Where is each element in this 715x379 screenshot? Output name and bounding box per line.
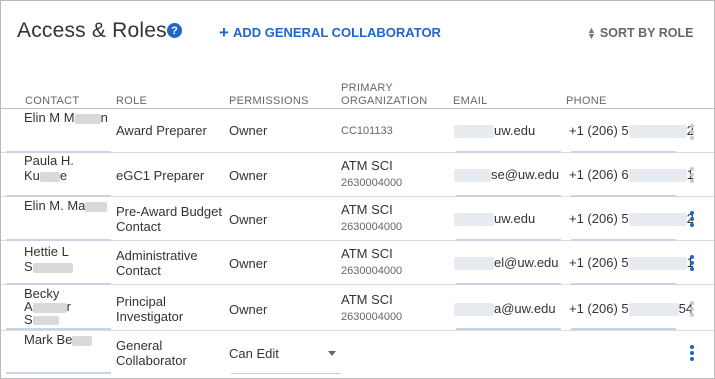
contact-name[interactable]: Mark Be (24, 332, 93, 347)
phone[interactable]: +1 (206) 52 (569, 123, 694, 139)
phone[interactable]: +1 (206) 52 (569, 211, 694, 227)
org-name: ATM SCI 2630004000 (341, 202, 403, 233)
phone[interactable]: +1 (206) 51 (569, 255, 694, 271)
page-title: Access & Roles (17, 19, 167, 42)
role-label: Principal Investigator (116, 294, 184, 324)
phone[interactable]: +1 (206) 5 54 (569, 301, 693, 317)
org-code: CC101133 (341, 125, 393, 137)
column-header-email: EMAIL (453, 95, 488, 107)
org-name: ATM SCI 2630004000 (341, 246, 403, 277)
sort-icon: ▲ ▼ (587, 25, 596, 41)
contact-name[interactable]: Becky Ar S (24, 287, 71, 326)
add-general-collaborator-button[interactable]: + ADD GENERAL COLLABORATOR (219, 23, 441, 42)
contact-name[interactable]: Paula H. Ku e (24, 153, 74, 183)
role-label: Pre-Award Budget Contact (116, 204, 222, 234)
column-header-organization: PRIMARY ORGANIZATION (341, 82, 428, 107)
column-header-role: ROLE (116, 95, 148, 107)
more-options-icon[interactable] (689, 255, 695, 271)
email[interactable]: a@uw.edu (454, 301, 556, 317)
phone[interactable]: +1 (206) 61 (569, 167, 694, 183)
more-options-icon[interactable] (689, 211, 695, 227)
permission-label: Owner (229, 302, 268, 317)
plus-icon: + (219, 23, 229, 42)
contact-underline (6, 372, 111, 374)
email[interactable]: uw.edu (454, 211, 535, 227)
access-roles-panel: Access & Roles ? + ADD GENERAL COLLABORA… (0, 0, 715, 379)
contact-name[interactable]: Hettie LS (24, 244, 73, 274)
role-label: General Collaborator (116, 338, 187, 368)
permission-label: Owner (229, 212, 268, 227)
table-row: Hettie LS Administrative Contact Owner A… (1, 241, 714, 285)
column-header-phone: PHONE (566, 95, 607, 107)
table-row: Becky Ar S Principal Investigator Owner AT… (1, 285, 714, 331)
column-header-contact: CONTACT (25, 95, 80, 107)
table-row: Elin M Mn Award Preparer Owner CC101133 … (1, 109, 714, 153)
more-options-icon[interactable] (689, 345, 695, 361)
permission-label: Owner (229, 168, 268, 183)
permission-select[interactable]: Can Edit (229, 346, 279, 361)
phone-underline (571, 328, 676, 330)
more-options-icon (689, 167, 695, 183)
contact-name[interactable]: Elin M Mn (24, 110, 108, 125)
table-row: Paula H. Ku e eGC1 Preparer Owner ATM SCI 2… (1, 153, 714, 197)
email[interactable]: se@uw.edu (454, 167, 559, 183)
permission-label: Owner (229, 123, 268, 138)
table-row: Mark Be General Collaborator Can Edit (1, 331, 714, 377)
more-options-icon (689, 124, 695, 140)
table-row: Elin M. Ma Pre-Award Budget Contact Owne… (1, 197, 714, 241)
more-options-icon (689, 301, 695, 317)
help-icon[interactable]: ? (167, 23, 182, 38)
chevron-down-icon[interactable] (328, 351, 336, 356)
add-button-label: ADD GENERAL COLLABORATOR (232, 25, 441, 40)
org-name: ATM SCI 2630004000 (341, 292, 403, 323)
email-underline (456, 328, 561, 330)
permission-label: Owner (229, 256, 268, 271)
role-label: eGC1 Preparer (116, 168, 205, 183)
email[interactable]: uw.edu (454, 123, 535, 139)
email[interactable]: el@uw.edu (454, 255, 559, 271)
sort-by-role-button[interactable]: ▲ ▼ SORT BY ROLE (587, 25, 694, 41)
org-name: ATM SCI 2630004000 (341, 158, 403, 189)
contact-underline (6, 328, 111, 330)
permission-select-underline (231, 373, 341, 374)
sort-button-label: SORT BY ROLE (599, 26, 694, 40)
column-header-permissions: PERMISSIONS (229, 95, 309, 107)
role-label: Award Preparer (116, 123, 207, 138)
contact-name[interactable]: Elin M. Ma (24, 198, 108, 213)
role-label: Administrative Contact (116, 248, 198, 278)
